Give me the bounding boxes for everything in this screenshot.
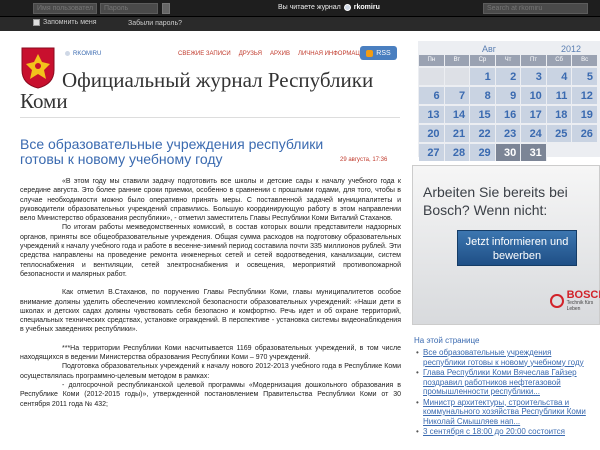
calendar-day[interactable]: 24: [521, 125, 547, 142]
rss-icon: [366, 49, 374, 57]
ad-text: Arbeiten Sie bereits bei Bosch? Wenn nic…: [423, 184, 568, 218]
calendar: Авг 2012 Пн Вт Ср Чт Пт Сб Вс 1 2 3 4 5 6 7 8 9 10 11 12 13…: [418, 41, 600, 161]
calendar-day[interactable]: 17: [521, 106, 547, 123]
remember-label: Запомнить меня: [43, 19, 97, 26]
calendar-day[interactable]: 6: [419, 87, 445, 104]
journal-nav: СВЕЖИЕ ЗАПИСИ ДРУЗЬЯ АРХИВ ЛИЧНАЯ ИНФОРМ…: [178, 51, 368, 57]
weekday-header: Вт: [444, 55, 471, 66]
calendar-day[interactable]: 29: [470, 144, 496, 161]
article-body: «В этом году мы ставили задачу подготови…: [20, 177, 401, 409]
calendar-day[interactable]: 18: [546, 106, 573, 123]
header-user-label: RKOMIRU: [73, 50, 102, 57]
sidebar-post-link[interactable]: Все образовательные учреждения республик…: [416, 348, 594, 367]
calendar-year[interactable]: 2012: [561, 44, 581, 54]
calendar-day[interactable]: 14: [444, 106, 471, 123]
calendar-day: 30: [495, 144, 522, 161]
top-bar: Вы читаете журнал rkomiru: [0, 0, 600, 17]
user-icon: [343, 4, 351, 11]
calendar-empty-cell: [444, 68, 471, 85]
calendar-day[interactable]: 21: [444, 125, 471, 142]
on-this-page-list: Все образовательные учреждения республик…: [416, 348, 594, 438]
journal-user-link[interactable]: rkomiru: [354, 4, 380, 11]
article-paragraph: Как отметил В.Стаханов, по поручению Гла…: [20, 289, 401, 334]
ad-brand: BOSCH: [566, 289, 600, 301]
bosch-ad[interactable]: Arbeiten Sie bereits bei Bosch? Wenn nic…: [412, 165, 600, 325]
weekday-header: Пт: [521, 55, 547, 66]
calendar-day: 31: [521, 144, 547, 161]
article-paragraph: Подготовка образовательных учреждений к …: [20, 363, 401, 380]
nav-recent[interactable]: СВЕЖИЕ ЗАПИСИ: [178, 51, 231, 57]
weekday-header: Вс: [572, 55, 598, 66]
forgot-password-link[interactable]: Забыли пароль?: [128, 20, 182, 27]
calendar-day[interactable]: 3: [521, 68, 547, 85]
search-input[interactable]: [483, 3, 588, 14]
calendar-day[interactable]: 10: [521, 87, 547, 104]
calendar-day[interactable]: 2: [495, 68, 522, 85]
calendar-day[interactable]: 25: [546, 125, 573, 142]
article-title[interactable]: Все образовательные учреждения республик…: [20, 137, 340, 167]
calendar-day[interactable]: 16: [495, 106, 522, 123]
header-divider: [20, 117, 400, 118]
calendar-day[interactable]: 7: [444, 87, 471, 104]
login-button[interactable]: [162, 3, 170, 14]
nav-friends[interactable]: ДРУЗЬЯ: [239, 51, 262, 57]
weekday-header: Чт: [495, 55, 522, 66]
calendar-day[interactable]: 15: [470, 106, 496, 123]
calendar-day[interactable]: 22: [470, 125, 496, 142]
calendar-day[interactable]: 27: [419, 144, 445, 161]
article-date: 29 августа, 17:36: [340, 157, 388, 163]
remember-me[interactable]: Запомнить меня: [33, 19, 97, 26]
calendar-day[interactable]: 9: [495, 87, 522, 104]
rss-label: RSS: [376, 49, 391, 57]
remember-checkbox[interactable]: [33, 19, 40, 26]
calendar-day[interactable]: 13: [419, 106, 445, 123]
sidebar-post-link[interactable]: Глава Республики Коми Вячеслав Гайзер по…: [416, 368, 594, 397]
calendar-month[interactable]: Авг: [482, 44, 496, 54]
calendar-day[interactable]: 11: [546, 87, 573, 104]
username-input[interactable]: [33, 3, 97, 14]
bosch-ring-icon: [550, 294, 564, 308]
article-paragraph: По итогам работы межведомственных комисс…: [20, 224, 401, 278]
calendar-day[interactable]: 5: [572, 68, 598, 85]
calendar-day[interactable]: 12: [572, 87, 598, 104]
calendar-day[interactable]: 1: [470, 68, 496, 85]
ad-apply-button[interactable]: Jetzt informieren und bewerben: [457, 230, 577, 266]
nav-archive[interactable]: АРХИВ: [270, 51, 290, 57]
weekday-header: Сб: [546, 55, 573, 66]
calendar-day[interactable]: 4: [546, 68, 573, 85]
password-input[interactable]: [100, 3, 158, 14]
ad-tagline: Technik fürs Leben: [566, 300, 594, 312]
sidebar-post-link[interactable]: Министр архитектуры, строительства и ком…: [416, 398, 594, 427]
header-user-link[interactable]: RKOMIRU: [64, 50, 101, 57]
sidebar-post-link[interactable]: 3 сентября с 18:00 до 20:00 состоится: [416, 427, 594, 437]
login-options: Запомнить меня Забыли пароль?: [0, 17, 600, 31]
reading-journal: Вы читаете журнал rkomiru: [278, 4, 380, 11]
bosch-logo: BOSCH Technik fürs Leben: [550, 290, 600, 312]
calendar-day[interactable]: 20: [419, 125, 445, 142]
reading-label: Вы читаете журнал: [278, 4, 341, 11]
article-paragraph: «В этом году мы ставили задачу подготови…: [20, 178, 401, 223]
rss-button[interactable]: RSS: [360, 46, 397, 60]
on-this-page-heading: На этой странице: [414, 336, 480, 345]
calendar-grid: Пн Вт Ср Чт Пт Сб Вс 1 2 3 4 5 6 7 8 9 10 11 12 13 14 15 16 17 1…: [419, 55, 598, 161]
user-icon: [64, 50, 71, 57]
article-paragraph: ***На территории Республики Коми насчиты…: [20, 344, 401, 362]
journal-title: Официальный журнал Республики Коми: [20, 68, 374, 113]
calendar-day[interactable]: 8: [470, 87, 496, 104]
weekday-header: Пн: [419, 55, 445, 66]
calendar-day[interactable]: 28: [444, 144, 471, 161]
calendar-day[interactable]: 23: [495, 125, 522, 142]
weekday-header: Ср: [470, 55, 496, 66]
calendar-day[interactable]: 19: [572, 106, 598, 123]
calendar-empty-cell: [419, 68, 445, 85]
article-paragraph: - долгосрочной республиканской целевой п…: [20, 381, 401, 408]
nav-profile[interactable]: ЛИЧНАЯ ИНФОРМАЦИЯ: [298, 51, 368, 57]
calendar-day[interactable]: 26: [572, 125, 598, 142]
